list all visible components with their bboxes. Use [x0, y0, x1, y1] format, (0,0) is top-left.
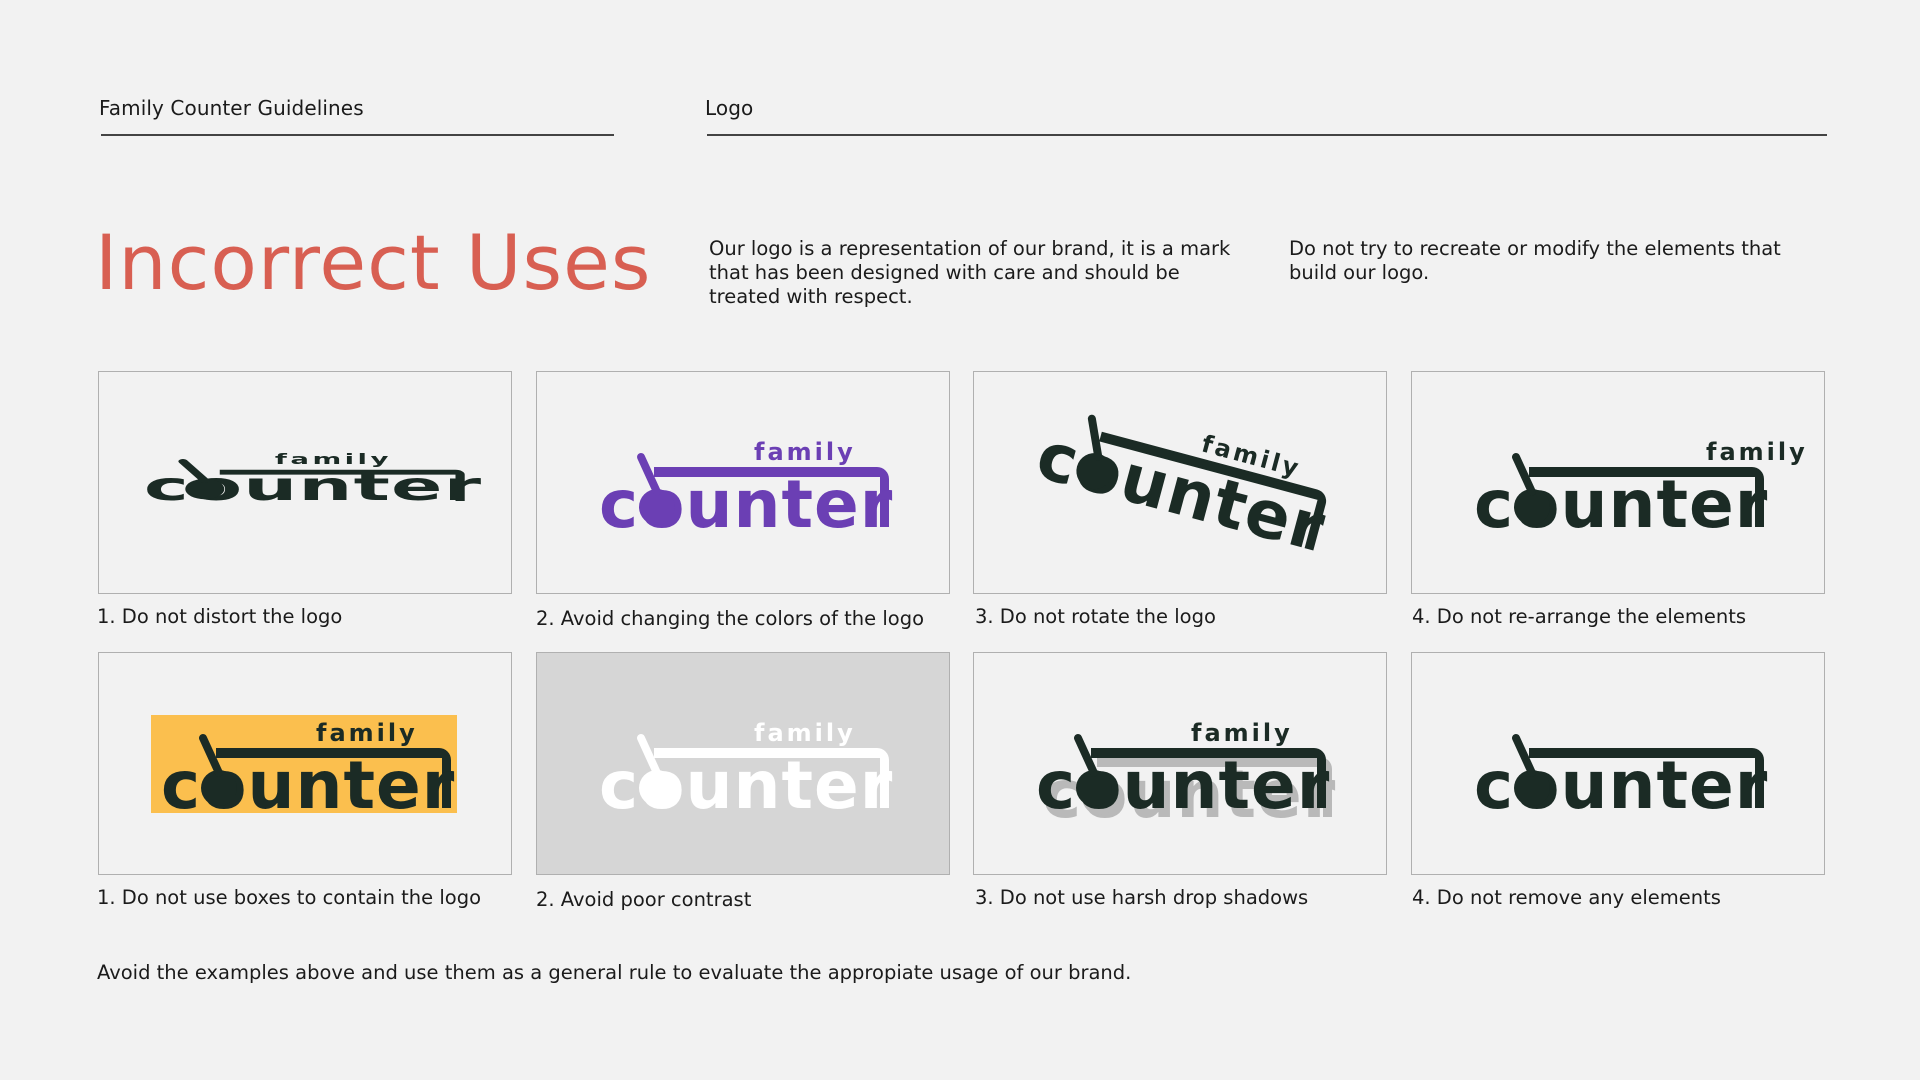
logo-drop-shadow: counter family counter — [1036, 719, 1335, 833]
logo-word-family: family — [1191, 719, 1293, 747]
logo-word-family: family — [754, 438, 856, 466]
logo-recolored: family counter — [599, 438, 892, 543]
logo-boxed: family counter — [151, 715, 457, 824]
logo-rotated: family counter — [1029, 414, 1333, 568]
caption-rotate: 3. Do not rotate the logo — [975, 605, 1216, 628]
example-card-boxed: family counter — [98, 652, 512, 875]
example-card-distorted: family counter — [98, 371, 512, 594]
caption-colors: 2. Avoid changing the colors of the logo — [536, 607, 925, 630]
logo-removed-elements: counter — [1474, 734, 1767, 824]
example-card-recolored: family counter — [536, 371, 950, 594]
intro-paragraph: Our logo is a representation of our bran… — [709, 237, 1231, 308]
example-card-poor-contrast: family counter — [536, 652, 950, 875]
example-card-rearranged: family counter — [1411, 371, 1825, 594]
guidelines-title: Family Counter Guidelines — [99, 96, 364, 120]
header-divider-left — [101, 134, 614, 136]
intro-paragraph-2: Do not try to recreate or modify the ele… — [1289, 237, 1781, 284]
caption-contrast: 2. Avoid poor contrast — [536, 888, 752, 911]
logo-word-family: family — [1706, 438, 1808, 466]
caption-shadows: 3. Do not use harsh drop shadows — [975, 886, 1309, 909]
logo-rearranged: family counter — [1474, 438, 1808, 543]
example-card-rotated: family counter — [973, 371, 1387, 594]
page-title: Incorrect Uses — [95, 218, 652, 307]
caption-rearrange: 4. Do not re-arrange the elements — [1412, 605, 1746, 628]
header-divider-right — [707, 134, 1827, 136]
section-label: Logo — [705, 96, 754, 120]
footer-note: Avoid the examples above and use them as… — [97, 961, 1132, 984]
example-card-removed-elements: counter — [1411, 652, 1825, 875]
example-card-drop-shadow: counter family counter — [973, 652, 1387, 875]
logo-poor-contrast: family counter — [599, 719, 892, 824]
logo-word-family: family — [754, 719, 856, 747]
logo-distorted: family counter — [144, 451, 481, 509]
caption-boxes: 1. Do not use boxes to contain the logo — [97, 886, 482, 909]
caption-distort: 1. Do not distort the logo — [97, 605, 343, 628]
caption-remove: 4. Do not remove any elements — [1412, 886, 1721, 909]
logo-word-counter: counter — [1029, 417, 1333, 568]
logo-word-family: family — [316, 719, 418, 747]
